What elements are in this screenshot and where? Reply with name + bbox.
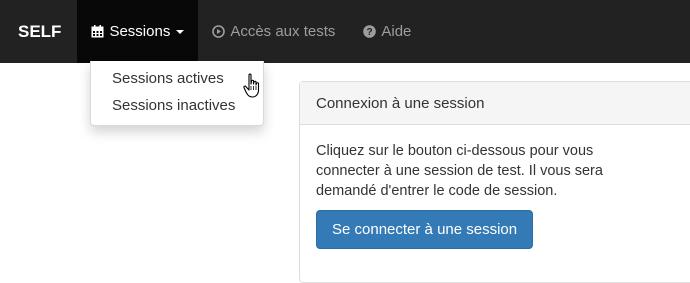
connect-session-button[interactable]: Se connecter à une session [316,210,534,249]
panel-title: Connexion à une session [300,82,690,125]
nav-tests[interactable]: Accès aux tests [198,0,349,63]
caret-down-icon [176,29,185,34]
nav-sessions[interactable]: Sessions [77,0,199,63]
panel-instructions: Cliquez sur le bouton ci-dessous pour vo… [316,143,603,199]
calendar-icon [91,25,104,38]
nav-help-label: Aide [381,23,412,40]
panel-body: Cliquez sur le bouton ci-dessous pour vo… [300,125,690,249]
nav-tests-label: Accès aux tests [230,23,336,40]
nav-sessions-label: Sessions [109,23,171,40]
brand-logo[interactable]: SELF [0,0,77,63]
question-circle-icon: ? [363,25,377,38]
dropdown-item-inactive-sessions[interactable]: Sessions inactives [91,92,263,119]
top-navbar: SELF Sessions Accès aux tests ? Aide [0,0,690,63]
session-connection-panel: Connexion à une session Cliquez sur le b… [299,81,690,283]
play-circle-icon [212,25,226,38]
hand-pointer-icon [243,73,265,102]
svg-text:?: ? [367,27,373,38]
dropdown-item-active-sessions[interactable]: Sessions actives [91,65,263,92]
nav-help[interactable]: ? Aide [349,0,425,63]
sessions-dropdown-menu: Sessions actives Sessions inactives [90,61,264,126]
